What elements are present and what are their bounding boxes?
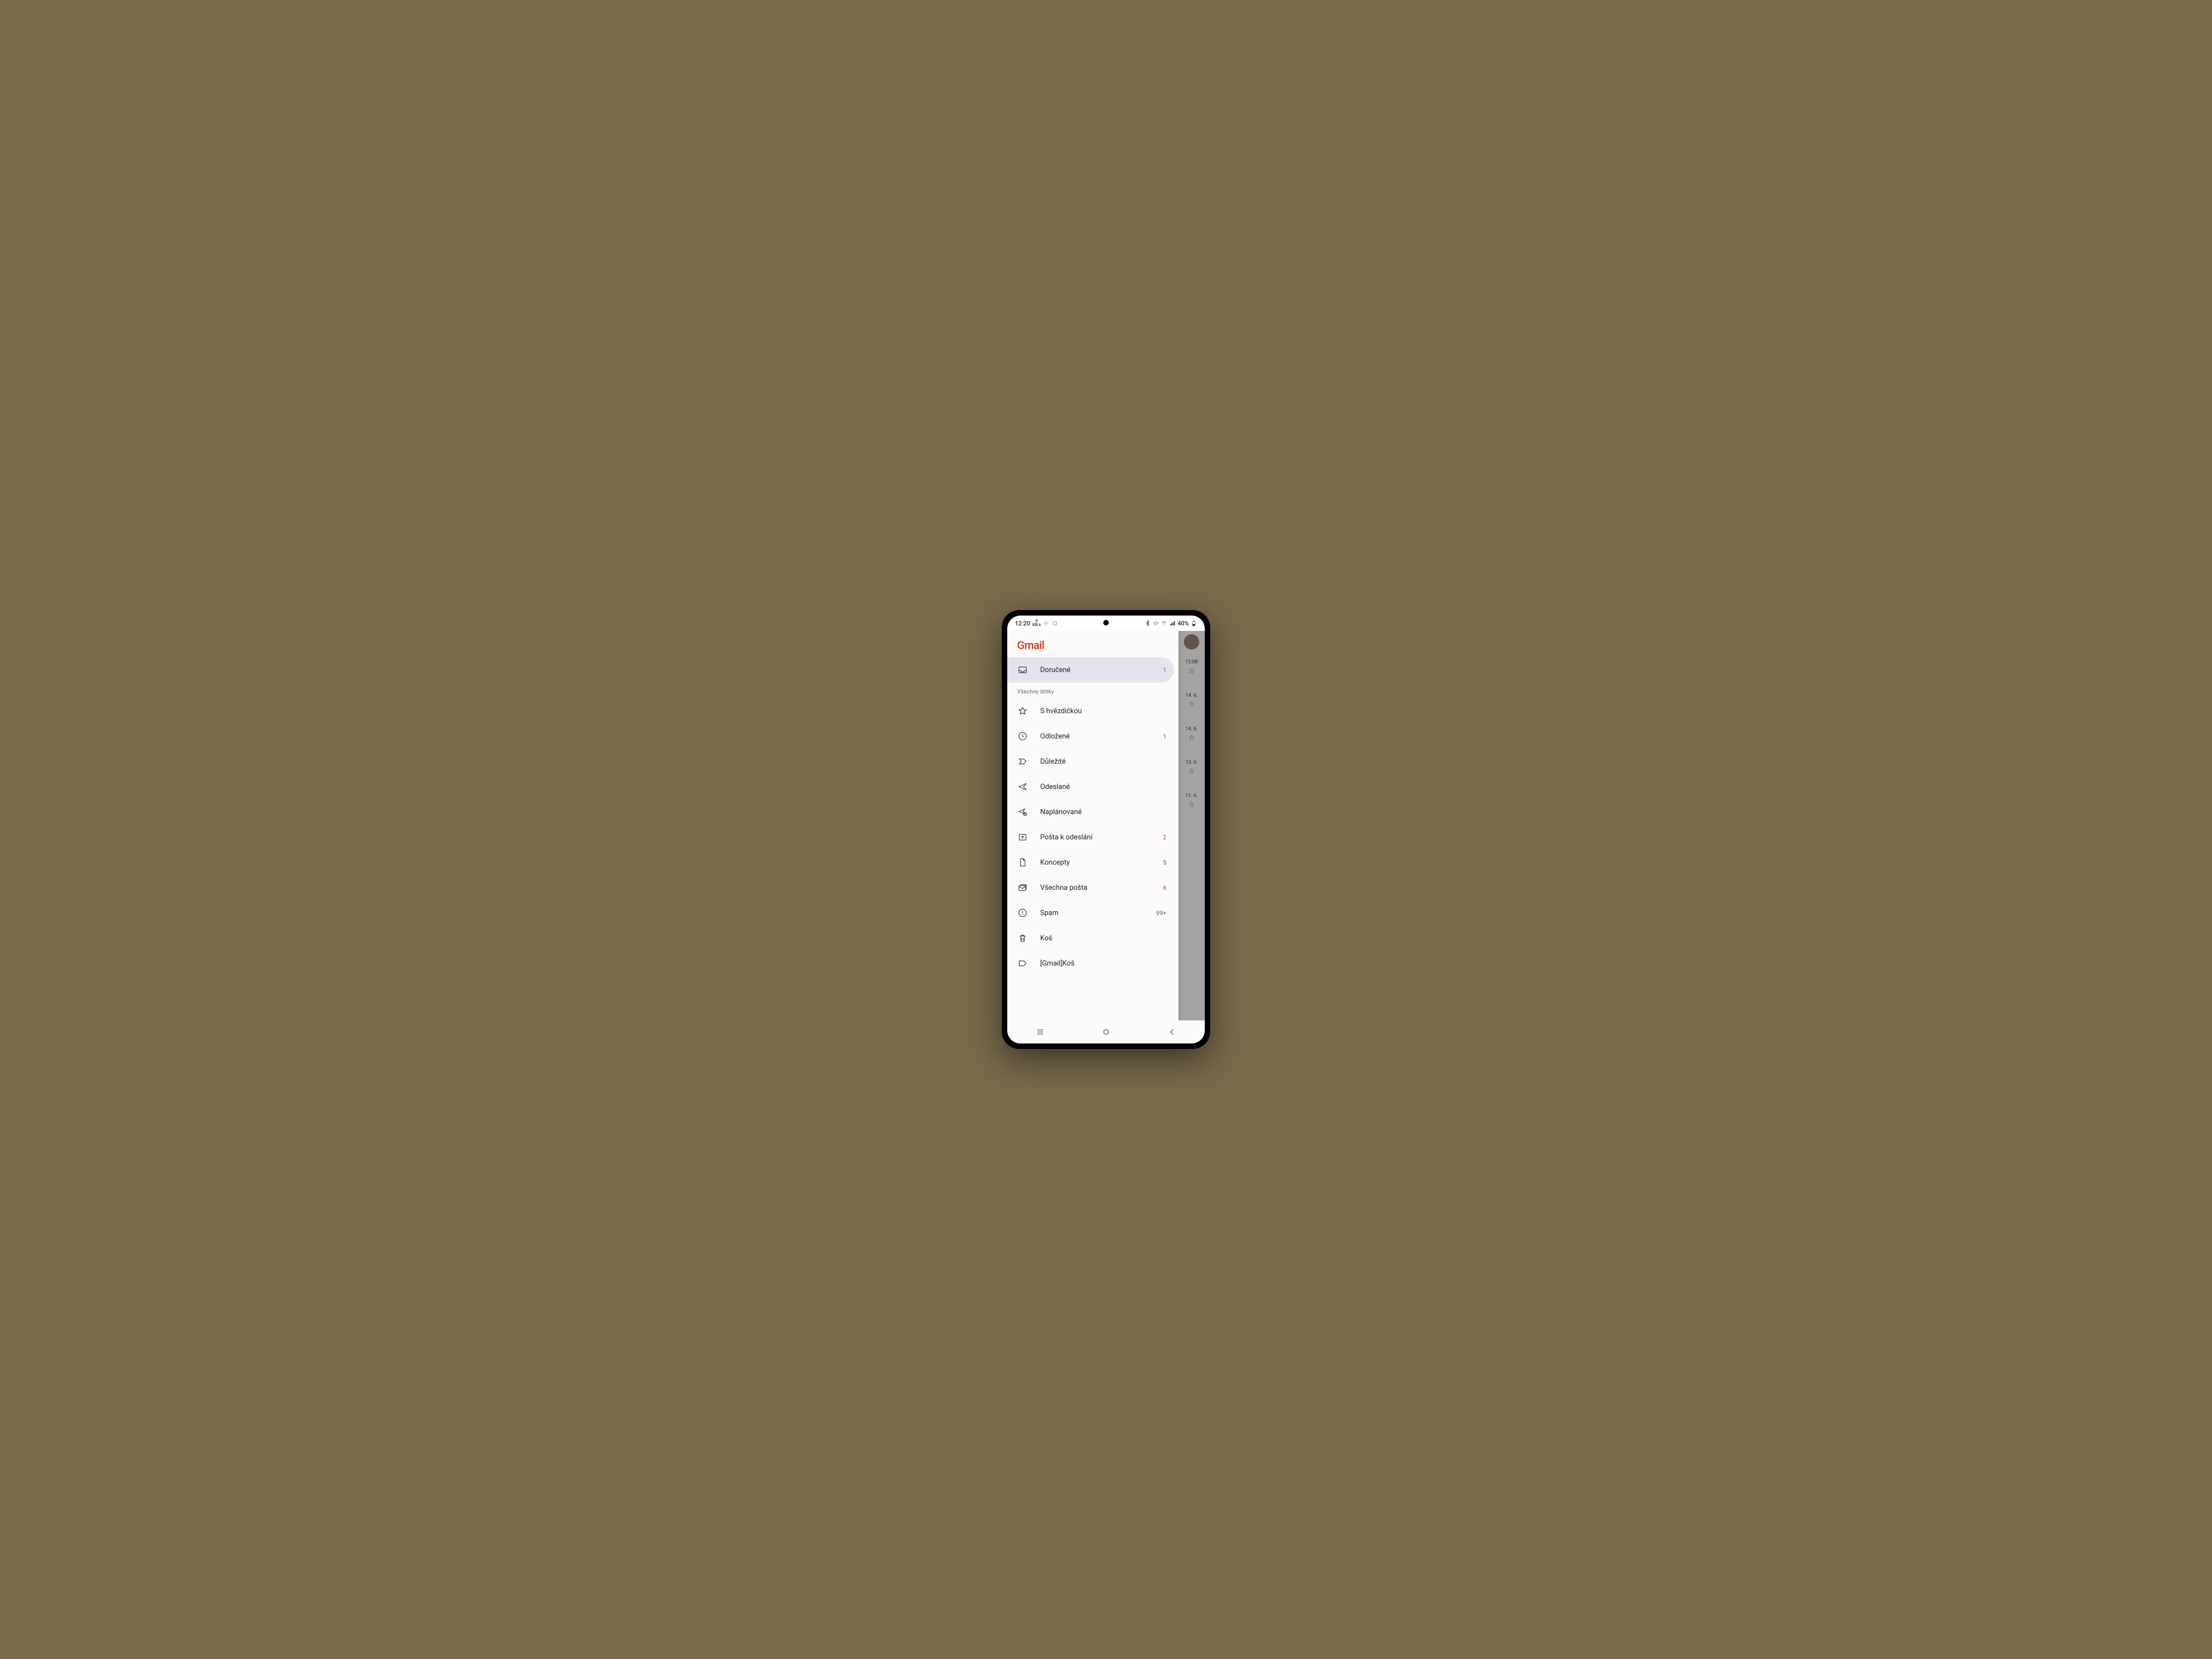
nav-count: 6: [1155, 884, 1166, 891]
mute-icon: [1153, 620, 1159, 627]
app-title: Gmail: [1007, 631, 1178, 657]
screen: 12:20 0 KB/s: [1007, 616, 1205, 1043]
mail-date: 11. 6.: [1186, 793, 1198, 799]
nav-snoozed[interactable]: Odložené 1: [1007, 724, 1174, 749]
battery-text: 40%: [1177, 620, 1189, 627]
spam-icon: [1017, 907, 1028, 918]
nav-label: S hvězdičkou: [1040, 707, 1143, 715]
mail-date: 12:08: [1186, 659, 1198, 665]
inbox-row-peek: 12:08 ☆: [1186, 659, 1198, 675]
signal-icon: [1169, 620, 1176, 627]
outbox-icon: [1017, 832, 1028, 843]
send-icon: [1017, 781, 1028, 792]
all-mail-icon: [1017, 882, 1028, 893]
draft-icon: [1017, 857, 1028, 868]
inbox-row-peek: 11. 6. ☆: [1186, 793, 1198, 809]
nav-all-mail[interactable]: Všechna pošta 6: [1007, 875, 1174, 900]
star-outline-icon: ☆: [1188, 800, 1195, 809]
nav-label: Doručené: [1040, 666, 1143, 674]
label-icon: [1017, 958, 1028, 969]
nav-label: [Gmail]Koš: [1040, 960, 1143, 968]
nav-label: Odložené: [1040, 732, 1143, 741]
inbox-background[interactable]: 12:08 ☆ 14. 6. ☆ 14. 6. ☆ 13. 6. ☆ 11. 6…: [1178, 631, 1205, 1020]
nav-spam[interactable]: Spam 99+: [1007, 900, 1174, 926]
star-outline-icon: ☆: [1188, 667, 1195, 675]
schedule-send-icon: [1017, 806, 1028, 817]
star-outline-icon: ☆: [1188, 767, 1195, 776]
inbox-row-peek: 13. 6. ☆: [1186, 760, 1198, 776]
nav-outbox[interactable]: Pošta k odeslání 2: [1007, 825, 1174, 850]
nav-label: Pošta k odeslání: [1040, 833, 1143, 842]
nav-label-gmail-trash[interactable]: [Gmail]Koš: [1007, 951, 1174, 976]
section-header-labels: Všechny štítky: [1007, 682, 1174, 698]
nav-count: 1: [1155, 667, 1166, 674]
nav-drafts[interactable]: Koncepty 5: [1007, 850, 1174, 875]
mail-date: 13. 6.: [1186, 760, 1198, 765]
trash-icon: [1017, 933, 1028, 944]
status-time: 12:20: [1015, 620, 1030, 627]
nav-sent[interactable]: Odeslané: [1007, 774, 1174, 799]
important-icon: [1017, 756, 1028, 767]
nav-label: Naplánované: [1040, 808, 1143, 816]
recents-button[interactable]: [1024, 1027, 1057, 1037]
nav-starred[interactable]: S hvězdičkou: [1007, 698, 1174, 724]
nav-label: Koncepty: [1040, 859, 1143, 867]
nav-count: 2: [1155, 834, 1166, 841]
nav-inbox[interactable]: Doručené 1: [1007, 657, 1174, 682]
battery-icon: [1190, 620, 1197, 627]
mail-date: 14. 6.: [1186, 693, 1198, 698]
wifi-icon: [1161, 620, 1167, 627]
phone-frame: 12:20 0 KB/s: [1002, 610, 1210, 1049]
nav-label: Koš: [1040, 934, 1143, 943]
system-nav-bar: [1007, 1020, 1205, 1043]
navigation-drawer: Gmail Doručené 1 Všechny štítky: [1007, 631, 1178, 1020]
nav-important[interactable]: Důležité: [1007, 749, 1174, 774]
clock-icon: [1017, 731, 1028, 742]
back-button[interactable]: [1155, 1027, 1188, 1037]
nav-label: Spam: [1040, 909, 1143, 917]
home-button[interactable]: [1090, 1027, 1122, 1037]
nav-label: Důležité: [1040, 758, 1143, 766]
nav-count: 99+: [1155, 910, 1166, 917]
nav-scheduled[interactable]: Naplánované: [1007, 799, 1174, 825]
account-avatar[interactable]: [1184, 634, 1199, 650]
square-icon: [1052, 620, 1058, 627]
bluetooth-icon: [1144, 620, 1151, 627]
nav-label: Odeslané: [1040, 783, 1143, 791]
settings-icon: [1043, 620, 1049, 627]
inbox-icon: [1017, 664, 1028, 675]
inbox-row-peek: 14. 6. ☆: [1186, 726, 1198, 742]
nav-count: 1: [1155, 733, 1166, 740]
nav-count: 5: [1155, 859, 1166, 866]
nav-label: Všechna pošta: [1040, 884, 1143, 892]
camera-hole: [1103, 620, 1109, 625]
star-outline-icon: ☆: [1188, 700, 1195, 709]
mail-date: 14. 6.: [1186, 726, 1198, 732]
star-outline-icon: ☆: [1188, 733, 1195, 742]
status-net-speed: 0 KB/s: [1032, 619, 1041, 627]
inbox-row-peek: 14. 6. ☆: [1186, 693, 1198, 709]
nav-trash[interactable]: Koš: [1007, 926, 1174, 951]
star-icon: [1017, 706, 1028, 716]
